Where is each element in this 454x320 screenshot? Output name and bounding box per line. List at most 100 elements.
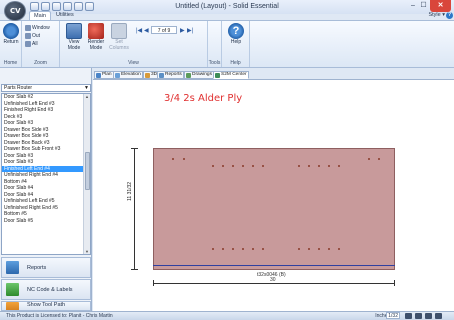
window-title: Untitled (Layout) - Solid Essential [175,3,279,10]
app-menu-button[interactable]: CV [4,1,26,21]
drill-hole-marker [242,165,244,167]
left-panel: Parts Router ▼ Door Slab #2 Unfinished Le… [0,68,92,311]
scroll-up-icon[interactable]: ▲ [84,94,90,99]
settings-icon[interactable] [435,313,442,319]
nc-code-labels-nav-label: NC Code & Labels [27,286,73,293]
drill-hole-marker [252,165,254,167]
return-icon [3,23,19,39]
style-menu[interactable]: Style ▾ [428,12,445,18]
drill-hole-marker [172,158,174,160]
drill-hole-marker [183,158,185,160]
sheet-height-dimension-line [134,148,135,270]
drill-hole-marker [368,158,370,160]
group-help: ? Help Help [222,21,250,67]
tab-s2m-center-label: S2M Center [221,72,247,77]
drill-hole-marker [308,248,310,250]
group-home-label: Home [3,60,18,66]
scroll-down-icon[interactable]: ▼ [84,249,90,254]
zoom-window-icon [25,24,31,31]
tab-elevation-label: Elevation [121,72,141,77]
sheet-height-label: 11 31/32 [127,181,133,201]
group-zoom-label: Zoom [34,60,47,66]
fraction-display[interactable]: 1/32 [386,312,400,319]
group-tools-label: Tools [208,60,221,66]
group-help-label: Help [230,60,241,66]
grid-icon[interactable] [415,313,422,319]
sheet-panel[interactable] [153,148,395,270]
zoom-all-icon [25,40,31,47]
tab-utilities[interactable]: Utilities [52,11,78,20]
tab-s2m-center[interactable]: S2M Center [213,71,249,79]
list-item[interactable]: Door Slab #5 [2,218,85,225]
dimension-tick [131,148,138,149]
last-page-icon[interactable]: ▶| [187,27,193,34]
tool-path-icon [6,302,19,310]
nc-code-icon [6,283,19,296]
drill-hole-marker [318,248,320,250]
sheet-width-dimension-line [153,283,395,284]
drill-hole-marker [318,165,320,167]
tab-drawings-label: Drawings [192,72,212,77]
s2m-icon [215,72,220,78]
elevation-icon [115,72,120,78]
status-bar: This Product is Licensed to: Planit - Ch… [0,311,454,320]
help-orb-icon[interactable]: ? [446,12,453,19]
zoom-out-label: Out [32,32,41,39]
3d-icon [145,72,150,78]
tab-drawings[interactable]: Drawings [184,71,214,79]
view-mode-button[interactable]: View Mode [64,23,84,51]
tab-reports[interactable]: Reports [157,71,184,79]
parts-router-select[interactable]: Parts Router ▼ [1,84,91,92]
material-label: 3/4 2s Alder Ply [164,93,243,104]
drill-hole-marker [262,165,264,167]
zoom-all-button[interactable]: All [25,40,38,47]
snap-icon[interactable] [405,313,412,319]
drill-hole-marker [338,248,340,250]
group-home: Return Home [0,21,22,67]
group-view-label: View [128,60,139,66]
drill-hole-marker [298,248,300,250]
prev-page-icon[interactable]: ◀ [144,27,149,34]
document-tabs: Plan Elevation 3D Reports Drawings S2M C… [93,71,454,79]
parts-list-scrollbar[interactable]: ▲ ▼ [83,94,90,254]
next-page-icon[interactable]: ▶ [180,27,185,34]
chevron-down-icon: ▼ [84,85,89,91]
tab-elevation[interactable]: Elevation [113,71,143,79]
drill-hole-marker [328,165,330,167]
return-button[interactable]: Return [2,23,20,46]
render-mode-label: Render Mode [87,39,105,51]
zoom-window-label: Window [32,24,50,31]
parts-router-value: Parts Router [4,85,33,91]
view-mode-icon [66,23,82,39]
zoom-out-button[interactable]: Out [25,32,40,39]
tab-reports-label: Reports [165,72,182,77]
dimension-tick [153,280,154,286]
show-tool-path-nav-button[interactable]: Show Tool Path [1,301,91,311]
ortho-icon[interactable] [425,313,432,319]
tab-plan[interactable]: Plan [94,71,114,79]
drawings-icon [186,72,191,78]
nc-code-labels-nav-button[interactable]: NC Code & Labels [1,279,91,300]
ribbon: Return Home Window Out All Zoom View Mod… [0,20,454,68]
help-icon: ? [228,23,244,39]
scrollbar-thumb[interactable] [85,152,90,190]
drill-hole-marker [252,248,254,250]
drill-hole-marker [338,165,340,167]
reports-nav-label: Reports [27,264,47,271]
first-page-icon[interactable]: |◀ [136,27,142,34]
zoom-window-button[interactable]: Window [25,24,50,31]
drill-hole-marker [212,248,214,250]
set-columns-button[interactable]: Set Columns [108,23,130,51]
help-label: Help [230,39,242,45]
ribbon-tabs: Main Utilities [0,11,454,20]
zoom-all-label: All [32,40,38,47]
sheet-edge-line [153,265,395,266]
drill-hole-marker [262,248,264,250]
tab-main[interactable]: Main [29,11,51,20]
return-label: Return [3,39,19,45]
reports-tab-icon [159,72,164,78]
render-mode-button[interactable]: Render Mode [86,23,106,51]
reports-nav-button[interactable]: Reports [1,257,91,278]
view-mode-label: View Mode [67,39,81,51]
help-button[interactable]: ? Help [227,23,245,46]
